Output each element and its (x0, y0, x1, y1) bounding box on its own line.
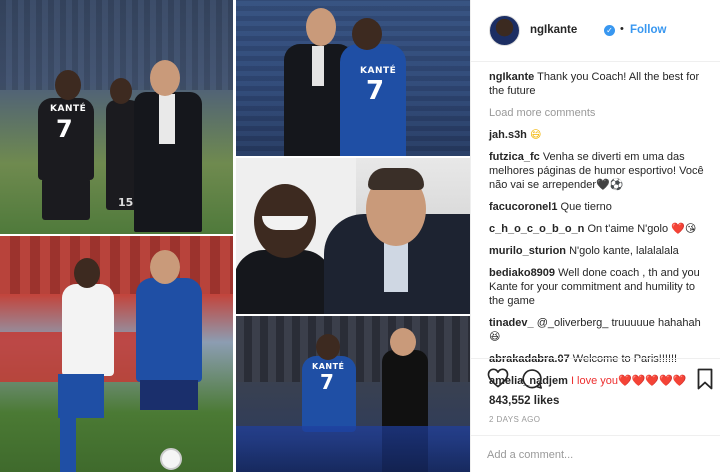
comment-text: Que tierno (560, 201, 612, 213)
photo-kante-coach-hug: KANTÉ 7 (236, 0, 470, 156)
comment: jah.s3h 😄 (489, 128, 711, 142)
comment: facucoronel1 Que tierno (489, 200, 711, 214)
jersey-number-15: 15 (118, 196, 134, 209)
comments-list: ngIkante Thank you Coach! All the best f… (489, 70, 711, 396)
jersey-name: KANTÉ (360, 66, 397, 76)
comment: c_h_o_c_o_b_o_n On t'aime N'golo ❤️😘 (489, 222, 711, 236)
photo-kante-coach-pitch: KANTÉ 7 15 (0, 0, 233, 234)
photo-kante-coach-match: KANTÉ 7 (236, 316, 470, 472)
likes-count[interactable]: 843,552 likes (489, 395, 559, 407)
add-comment-bar (471, 435, 720, 472)
comment: tinadev_ @_oliverberg_ truuuuue hahahah … (489, 316, 711, 344)
author-username[interactable]: ngIkante (530, 24, 577, 36)
caption: ngIkante Thank you Coach! All the best f… (489, 70, 711, 98)
comment-text: 😄 (529, 128, 542, 141)
photo-collage[interactable]: KANTÉ 7 15 KANTÉ 7 KANTÉ 7 (0, 0, 470, 472)
comment: bediako8909 Well done coach , th and you… (489, 266, 711, 308)
jersey-number: 7 (56, 115, 73, 143)
post-actions: 843,552 likes 2 DAYS AGO (471, 358, 720, 472)
caption-username[interactable]: ngIkante (489, 71, 534, 83)
avatar[interactable] (489, 15, 520, 46)
comment-icon[interactable] (521, 368, 543, 390)
comment: murilo_sturion N'golo kante, lalalalala (489, 244, 711, 258)
jersey-name: KANTÉ (50, 104, 87, 114)
comment-username[interactable]: facucoronel1 (489, 201, 557, 213)
comment-username[interactable]: c_h_o_c_o_b_o_n (489, 223, 584, 235)
comment-username[interactable]: bediako8909 (489, 267, 555, 279)
load-more-comments-button[interactable]: Load more comments (489, 106, 711, 120)
comment-username[interactable]: tinadev_ (489, 317, 534, 329)
comment-username[interactable]: futzica_fc (489, 151, 540, 163)
comment-text: On t'aime N'golo ❤️😘 (587, 223, 697, 235)
photo-kante-coach-portrait (236, 158, 470, 314)
post-timestamp[interactable]: 2 DAYS AGO (489, 415, 540, 424)
comment-username[interactable]: murilo_sturion (489, 245, 566, 257)
verified-badge-icon: ✓ (604, 25, 615, 36)
post-header: ngIkante ✓ • Follow (471, 0, 720, 62)
comment-username[interactable]: jah.s3h (489, 129, 527, 141)
comment-text: N'golo kante, lalalalala (569, 245, 679, 257)
follow-button[interactable]: Follow (630, 24, 666, 36)
separator-dot: • (620, 23, 624, 35)
heart-icon[interactable] (487, 368, 509, 388)
post-sidebar: ngIkante ✓ • Follow ngIkante Thank you C… (470, 0, 720, 472)
photo-kante-coach-training (0, 236, 233, 472)
jersey-number: 7 (320, 370, 334, 394)
comment: futzica_fc Venha se diverti em uma das m… (489, 150, 711, 192)
bookmark-icon[interactable] (697, 368, 713, 390)
jersey-number: 7 (366, 76, 385, 106)
comment-input[interactable] (487, 445, 707, 465)
